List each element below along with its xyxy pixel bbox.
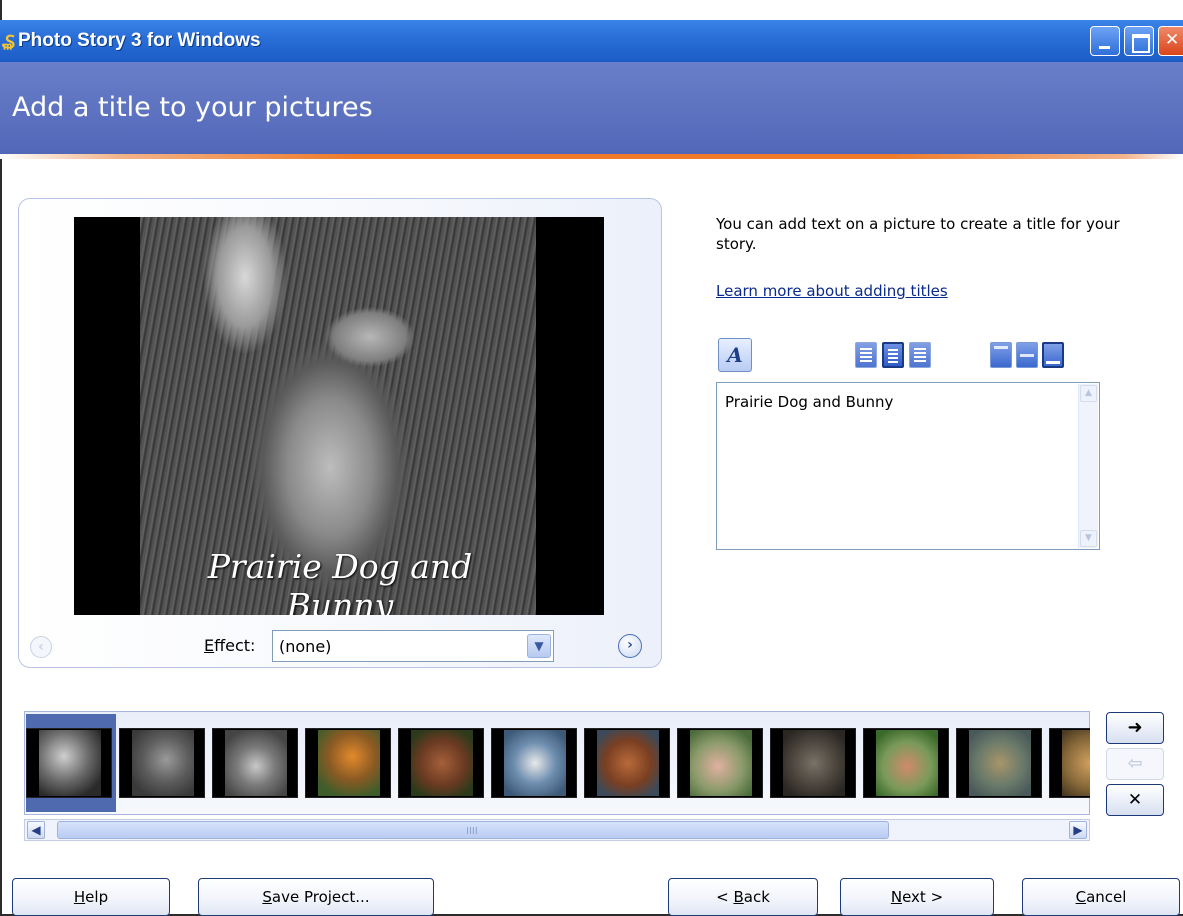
minimize-button[interactable] [1090, 26, 1120, 56]
thumbnail[interactable] [956, 728, 1042, 798]
align-middle-button[interactable] [1016, 342, 1038, 368]
thumbnail[interactable] [491, 728, 577, 798]
thumbnail[interactable] [212, 728, 298, 798]
scroll-right-icon[interactable]: ▶ [1069, 821, 1087, 839]
thumbnail-row[interactable] [26, 728, 1090, 798]
align-top-button[interactable] [990, 342, 1012, 368]
effect-select-value: (none) [279, 637, 332, 656]
thumbnail[interactable] [119, 728, 205, 798]
learn-more-link[interactable]: Learn more about adding titles [716, 282, 948, 300]
align-left-button[interactable] [855, 342, 877, 368]
close-button[interactable] [1158, 26, 1183, 56]
thumbnail[interactable] [398, 728, 484, 798]
app-icon[interactable]: ₷ [2, 30, 16, 53]
back-button[interactable]: < Back [668, 878, 818, 916]
effect-select[interactable]: (none) ▼ [272, 630, 554, 662]
page-title: Add a title to your pictures [12, 92, 373, 123]
preview-image: Prairie Dog and Bunny [74, 217, 604, 615]
thumbnail[interactable] [26, 728, 112, 798]
thumbnail[interactable] [863, 728, 949, 798]
thumbnail[interactable] [305, 728, 391, 798]
align-bottom-button[interactable] [1042, 342, 1064, 368]
next-picture-button[interactable]: › [618, 634, 642, 658]
title-text-value: Prairie Dog and Bunny [725, 393, 894, 411]
align-center-button[interactable] [882, 342, 904, 368]
scroll-left-icon[interactable]: ◀ [27, 821, 45, 839]
scrollbar-grip: IIII [466, 826, 478, 837]
chevron-down-icon[interactable]: ▼ [527, 634, 551, 658]
preview-title-overlay: Prairie Dog and Bunny [207, 547, 473, 615]
save-project-button[interactable]: Save Project... [198, 878, 434, 916]
move-picture-left-button[interactable]: ⇦ [1106, 748, 1164, 780]
maximize-button[interactable] [1124, 26, 1154, 56]
scrollbar-thumb[interactable]: IIII [57, 821, 889, 839]
preview-photo: Prairie Dog and Bunny [140, 217, 536, 615]
help-button[interactable]: Help [12, 878, 170, 916]
window-title: Photo Story 3 for Windows [18, 30, 261, 51]
header-divider [0, 154, 1183, 159]
scroll-down-icon[interactable]: ▼ [1080, 530, 1097, 547]
remove-picture-button[interactable]: ✕ [1106, 784, 1164, 816]
move-picture-right-button[interactable]: ➜ [1106, 712, 1164, 744]
previous-picture-button[interactable]: ‹ [30, 636, 52, 658]
effect-label: Effect: [204, 636, 256, 655]
title-text-scrollbar[interactable]: ▲ ▼ [1078, 384, 1098, 548]
thumbnail[interactable] [1049, 728, 1090, 798]
next-button[interactable]: Next > [840, 878, 994, 916]
instructions-text: You can add text on a picture to create … [716, 215, 1120, 253]
font-format-button[interactable]: A [718, 338, 752, 372]
thumbnail[interactable] [677, 728, 763, 798]
filmstrip-scrollbar[interactable]: ◀ IIII ▶ [24, 819, 1090, 841]
align-right-button[interactable] [909, 342, 931, 368]
scroll-up-icon[interactable]: ▲ [1080, 385, 1097, 402]
cancel-button[interactable]: Cancel [1022, 878, 1180, 916]
title-text-input[interactable]: Prairie Dog and Bunny ▲ ▼ [716, 382, 1100, 550]
thumbnail[interactable] [584, 728, 670, 798]
thumbnail[interactable] [770, 728, 856, 798]
